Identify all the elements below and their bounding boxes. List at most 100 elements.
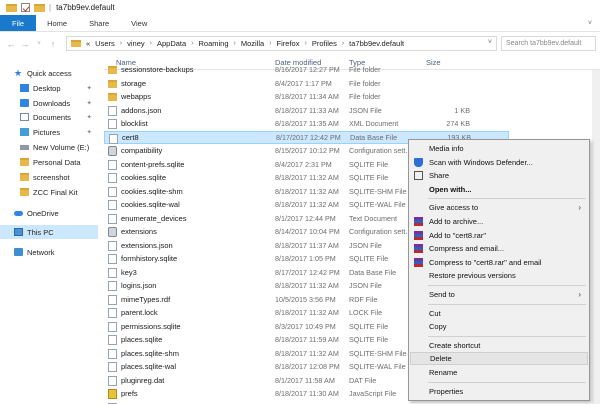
nav-item-screenshot[interactable]: screenshot <box>0 170 98 184</box>
new-folder-icon[interactable] <box>34 3 45 12</box>
nav-this-pc[interactable]: This PC <box>0 225 98 239</box>
nav-quick-access[interactable]: ★ Quick access <box>0 66 98 80</box>
nav-item-documents[interactable]: Documents ✦ <box>0 110 98 124</box>
winrar-icon <box>414 244 423 254</box>
javascript-file-icon <box>108 389 117 399</box>
file-row[interactable]: reading-list.sqlite10/6/2015 3:55 PMSQLI… <box>104 401 509 404</box>
back-arrow-icon[interactable]: ← <box>4 39 18 49</box>
breadcrumb-separator-icon[interactable]: › <box>304 40 306 47</box>
address-dropdown-chevron-icon[interactable]: ˅ <box>488 39 492 46</box>
properties-check-icon[interactable] <box>21 3 30 12</box>
tab-view[interactable]: View <box>120 15 158 31</box>
menu-item-compress-to-cert8-rar-and-email[interactable]: Compress to "cert8.rar" and email <box>410 256 588 269</box>
breadcrumb-firefox[interactable]: Firefox <box>277 39 300 48</box>
breadcrumb-separator-icon[interactable]: › <box>150 40 152 47</box>
menu-item-properties[interactable]: Properties <box>410 385 588 398</box>
nav-label: Documents <box>33 112 71 122</box>
file-date: 8/18/2017 11:59 AM <box>275 335 339 345</box>
forward-arrow-icon[interactable]: → <box>18 39 32 49</box>
vertical-scrollbar[interactable] <box>592 70 600 404</box>
file-icon <box>108 186 117 197</box>
file-row[interactable]: sessionstore-backups 8/16/2017 12:27 PM Fi… <box>104 63 509 77</box>
menu-item-media-info[interactable]: Media info <box>410 142 588 155</box>
menu-item-label: Open with... <box>429 184 472 194</box>
file-date: 8/14/2017 10:04 PM <box>275 227 340 237</box>
nav-label: This PC <box>27 227 54 237</box>
file-date: 8/3/2017 10:49 PM <box>275 321 336 331</box>
breadcrumb-appdata[interactable]: AppData <box>157 39 186 48</box>
breadcrumb-separator-icon[interactable]: › <box>234 40 236 47</box>
nav-item-zcc-final-kit[interactable]: ZCC Final Kit <box>0 185 98 199</box>
search-input[interactable]: Search ta7bb9ev.default <box>501 36 596 51</box>
nav-item-desktop[interactable]: Desktop ✦ <box>0 81 98 95</box>
file-type: SQLITE-SHM File <box>349 186 407 196</box>
file-icon <box>108 375 117 386</box>
menu-item-add-to-archive[interactable]: Add to archive... <box>410 215 588 228</box>
file-name: logins.json <box>121 281 157 291</box>
menu-item-send-to[interactable]: Send to › <box>410 288 588 301</box>
menu-item-rename[interactable]: Rename <box>410 366 588 379</box>
quick-access-toolbar-separator: | <box>49 3 52 12</box>
file-icon <box>108 213 117 224</box>
menu-item-open-with[interactable]: Open with... <box>410 183 588 196</box>
nav-onedrive[interactable]: OneDrive <box>0 206 98 220</box>
menu-item-share[interactable]: Share <box>410 169 588 182</box>
breadcrumb-users[interactable]: Users <box>95 39 115 48</box>
menu-item-cut[interactable]: Cut <box>410 307 588 320</box>
breadcrumb-overflow[interactable]: « <box>86 39 90 48</box>
menu-item-compress-and-email[interactable]: Compress and email... <box>410 242 588 255</box>
menu-item-restore-previous-versions[interactable]: Restore previous versions <box>410 269 588 282</box>
nav-item-personal-data[interactable]: Personal Data <box>0 155 98 169</box>
file-type: Configuration sett... <box>349 227 411 237</box>
file-type: DAT File <box>349 375 377 385</box>
menu-item-delete[interactable]: Delete <box>410 352 588 366</box>
file-name: content-prefs.sqlite <box>121 159 185 169</box>
file-row[interactable]: blocklist 8/18/2017 11:35 AM XML Document 2… <box>104 117 509 131</box>
file-name: pluginreg.dat <box>121 375 165 385</box>
file-type: SQLITE File <box>349 254 389 264</box>
menu-item-label: Rename <box>429 368 458 377</box>
file-name: mimeTypes.rdf <box>121 294 171 304</box>
file-date: 8/1/2017 11:58 AM <box>275 375 335 385</box>
breadcrumb-separator-icon[interactable]: › <box>191 40 193 47</box>
file-icon <box>108 335 117 345</box>
nav-item-new-volume[interactable]: New Volume (E:) <box>0 140 98 154</box>
breadcrumb-viney[interactable]: viney <box>127 39 145 48</box>
nav-item-pictures[interactable]: Pictures ✦ <box>0 125 98 139</box>
expand-ribbon-chevron-icon[interactable]: ˅ <box>588 15 600 31</box>
breadcrumb-profiles[interactable]: Profiles <box>312 39 337 48</box>
tab-file[interactable]: File <box>0 15 37 31</box>
breadcrumb-profile-folder[interactable]: ta7bb9ev.default <box>349 39 404 48</box>
menu-item-add-to-cert8-rar[interactable]: Add to "cert8.rar" <box>410 229 588 242</box>
file-icon <box>108 348 117 359</box>
file-icon <box>108 240 117 251</box>
nav-item-downloads[interactable]: Downloads ✦ <box>0 96 98 110</box>
star-icon: ★ <box>14 68 23 78</box>
breadcrumb-separator-icon[interactable]: › <box>342 40 344 47</box>
tab-home[interactable]: Home <box>36 15 78 31</box>
file-icon <box>108 173 117 183</box>
menu-item-create-shortcut[interactable]: Create shortcut <box>410 339 588 352</box>
file-row[interactable]: storage 8/4/2017 1:17 PM File folder <box>104 77 509 91</box>
file-date: 8/18/2017 11:30 AM <box>275 389 339 399</box>
breadcrumb-separator-icon[interactable]: › <box>269 40 271 47</box>
nav-network[interactable]: Network <box>0 245 98 259</box>
breadcrumb-mozilla[interactable]: Mozilla <box>241 39 264 48</box>
breadcrumb-roaming[interactable]: Roaming <box>199 39 229 48</box>
menu-item-scan-with-windows-defender[interactable]: Scan with Windows Defender... <box>410 156 588 169</box>
address-bar[interactable]: « Users › viney › AppData › Roaming › Mo… <box>66 36 497 51</box>
file-row[interactable]: webapps 8/18/2017 11:34 AM File folder <box>104 90 509 104</box>
breadcrumb-separator-icon[interactable]: › <box>120 40 122 47</box>
menu-item-copy[interactable]: Copy <box>410 320 588 333</box>
nav-label: OneDrive <box>27 208 59 218</box>
folder-icon <box>108 66 117 74</box>
file-name: places.sqlite-wal <box>121 362 177 372</box>
menu-item-give-access-to[interactable]: Give access to › <box>410 201 588 214</box>
file-icon <box>109 133 118 144</box>
up-arrow-icon[interactable]: ↑ <box>46 39 60 49</box>
recent-locations-chevron-icon[interactable]: ˅ <box>32 41 46 47</box>
nav-label: screenshot <box>33 172 70 182</box>
documents-icon <box>20 113 29 121</box>
tab-share[interactable]: Share <box>78 15 120 31</box>
file-row[interactable]: addons.json 8/18/2017 11:33 AM JSON File 1 … <box>104 104 509 118</box>
